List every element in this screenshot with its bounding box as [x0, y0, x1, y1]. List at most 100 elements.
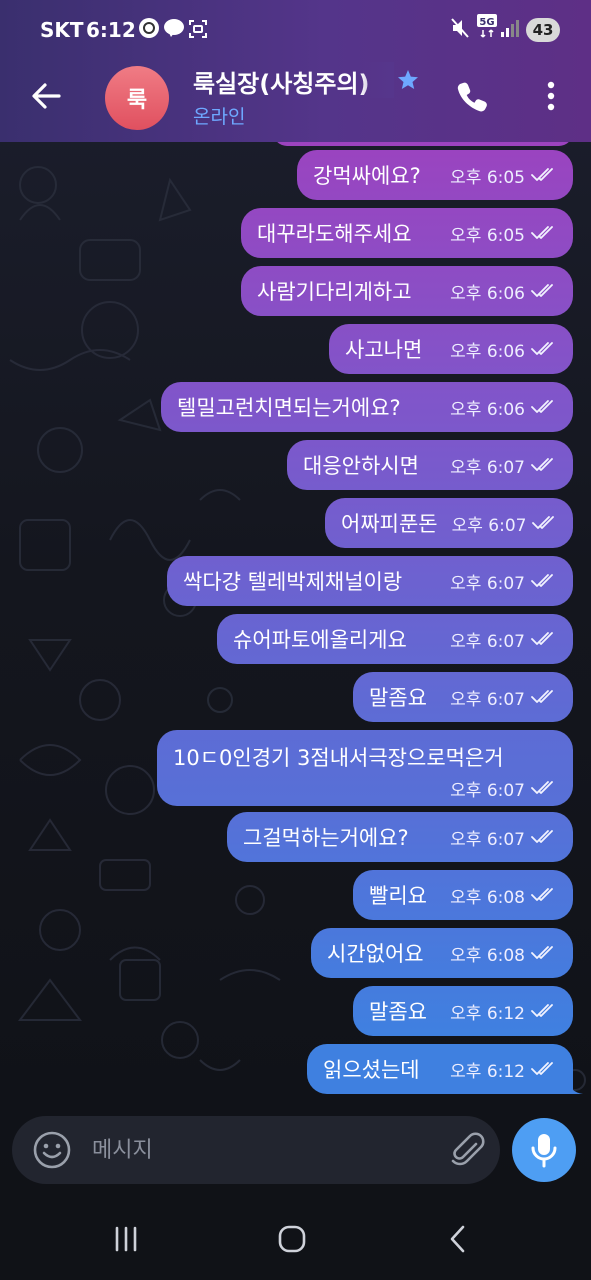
message-time: 오후 6:07	[450, 631, 525, 652]
battery-level: 43	[526, 18, 560, 42]
message-bubble[interactable]: 읽으셨는데 오후 6:12	[307, 1044, 573, 1094]
emoji-button[interactable]	[32, 1130, 72, 1170]
message-meta: 오후 6:07	[452, 511, 559, 536]
read-check-icon	[531, 573, 557, 593]
message-text: 말좀요	[369, 686, 427, 710]
message-text: 시간없어요	[327, 942, 424, 966]
message-time: 오후 6:08	[450, 887, 525, 908]
chevron-left-icon	[450, 1225, 465, 1253]
read-check-icon	[531, 631, 557, 651]
status-bar: SKT 6:12 5G 43	[0, 0, 591, 60]
emoji-icon	[33, 1131, 71, 1169]
message-meta: 오후 6:12	[450, 999, 557, 1024]
message-text: 읽으셨는데	[323, 1058, 420, 1082]
message-time: 오후 6:06	[450, 341, 525, 362]
message-bubble[interactable]: 강먹싸에요? 오후 6:05	[297, 150, 573, 200]
read-check-icon	[531, 167, 557, 187]
message-time: 오후 6:06	[450, 399, 525, 420]
message-text: 그걸먹하는거에요?	[243, 826, 409, 850]
message-bubble[interactable]: 사람기다리게하고 오후 6:06	[241, 266, 573, 316]
back-arrow-icon	[32, 83, 61, 109]
recents-icon	[115, 1226, 137, 1252]
message-time: 오후 6:06	[450, 283, 525, 304]
bubble-tail	[567, 1078, 583, 1094]
message-bubble[interactable]: 대꾸라도해주세요 오후 6:05	[241, 208, 573, 258]
message-text: 사고나면	[345, 338, 423, 362]
message-bubble[interactable]: 10ㄷ0인경기 3점내서극장으로먹은거 오후 6:07	[157, 730, 573, 806]
message-bubble[interactable]: 대응안하시면 오후 6:07	[287, 440, 573, 490]
screen-capture-icon	[188, 19, 208, 39]
attach-button[interactable]	[448, 1130, 488, 1170]
message-text: 텔밀고런치면되는거에요?	[177, 396, 401, 420]
message-bubble[interactable]: 슈어파토에올리게요 오후 6:07	[217, 614, 573, 664]
message-meta: 오후 6:07	[173, 776, 557, 801]
message-composer	[12, 1116, 500, 1184]
message-time: 오후 6:07	[450, 689, 525, 710]
message-time: 오후 6:07	[450, 780, 525, 801]
message-meta: 오후 6:07	[450, 453, 557, 478]
more-options-button[interactable]	[536, 76, 566, 116]
message-bubble[interactable]: 시간없어요 오후 6:08	[311, 928, 573, 978]
message-bubble[interactable]: 어짜피푼돈 오후 6:07	[325, 498, 573, 548]
read-check-icon	[531, 829, 557, 849]
message-time: 오후 6:12	[450, 1061, 525, 1082]
recent-apps-button[interactable]	[106, 1222, 146, 1256]
contact-status: 온라인	[193, 106, 246, 128]
message-meta: 오후 6:06	[450, 395, 557, 420]
read-check-icon	[531, 945, 557, 965]
coupang-eats-icon	[138, 18, 160, 38]
message-text: 싹다걍 텔레박제채널이랑	[183, 570, 403, 594]
carrier-label: SKT	[40, 18, 84, 42]
message-time: 오후 6:05	[450, 225, 525, 246]
message-time: 오후 6:08	[450, 945, 525, 966]
read-check-icon	[531, 1003, 557, 1023]
message-list: 강먹싸에요? 오후 6:05 대꾸라도해주세요 오후 6:05 사람기다리게하고 오후 6…	[0, 132, 591, 1102]
message-bubble[interactable]: 그걸먹하는거에요? 오후 6:07	[227, 812, 573, 862]
kakaotalk-icon	[163, 18, 185, 38]
message-text: 슈어파토에올리게요	[233, 628, 407, 652]
star-icon	[398, 70, 418, 89]
status-clock: 6:12	[86, 18, 136, 42]
message-meta: 오후 6:08	[450, 883, 557, 908]
read-check-icon	[531, 225, 557, 245]
back-button[interactable]	[28, 78, 64, 114]
system-back-button[interactable]	[438, 1222, 478, 1256]
microphone-icon	[531, 1134, 557, 1168]
call-button[interactable]	[452, 76, 492, 116]
message-meta: 오후 6:05	[450, 221, 557, 246]
read-check-icon	[531, 399, 557, 419]
svg-text:5G: 5G	[479, 17, 494, 28]
signal-icon	[500, 18, 520, 38]
voice-record-button[interactable]	[512, 1118, 576, 1182]
phone-icon	[457, 82, 487, 112]
message-bubble[interactable]: 말좀요 오후 6:12	[353, 986, 573, 1036]
message-meta: 오후 6:12	[450, 1057, 557, 1082]
message-time: 오후 6:12	[450, 1003, 525, 1024]
chat-header: SKT 6:12 5G 43 룩 룩실장(사칭주의) 온라인	[0, 0, 591, 142]
message-meta: 오후 6:07	[450, 825, 557, 850]
read-check-icon	[531, 283, 557, 303]
name-fade	[360, 62, 394, 98]
message-meta: 오후 6:08	[450, 941, 557, 966]
home-icon	[278, 1225, 306, 1253]
read-check-icon	[532, 515, 558, 535]
message-bubble[interactable]: 사고나면 오후 6:06	[329, 324, 573, 374]
message-input[interactable]	[92, 1130, 422, 1170]
message-time: 오후 6:07	[450, 457, 525, 478]
message-text: 대꾸라도해주세요	[257, 222, 412, 246]
message-bubble[interactable]: 말좀요 오후 6:07	[353, 672, 573, 722]
message-meta: 오후 6:07	[450, 627, 557, 652]
message-meta: 오후 6:07	[450, 569, 557, 594]
read-check-icon	[531, 457, 557, 477]
message-text: 말좀요	[369, 1000, 427, 1024]
message-text: 어짜피푼돈	[341, 512, 438, 536]
message-text: 대응안하시면	[303, 454, 419, 478]
avatar[interactable]: 룩	[105, 66, 169, 130]
mute-icon	[450, 18, 470, 38]
network-5g-icon: 5G	[476, 14, 498, 38]
message-text: 강먹싸에요?	[313, 164, 421, 188]
message-bubble[interactable]: 싹다걍 텔레박제채널이랑 오후 6:07	[167, 556, 573, 606]
home-button[interactable]	[272, 1222, 312, 1256]
message-bubble[interactable]: 빨리요 오후 6:08	[353, 870, 573, 920]
message-bubble[interactable]: 텔밀고런치면되는거에요? 오후 6:06	[161, 382, 573, 432]
